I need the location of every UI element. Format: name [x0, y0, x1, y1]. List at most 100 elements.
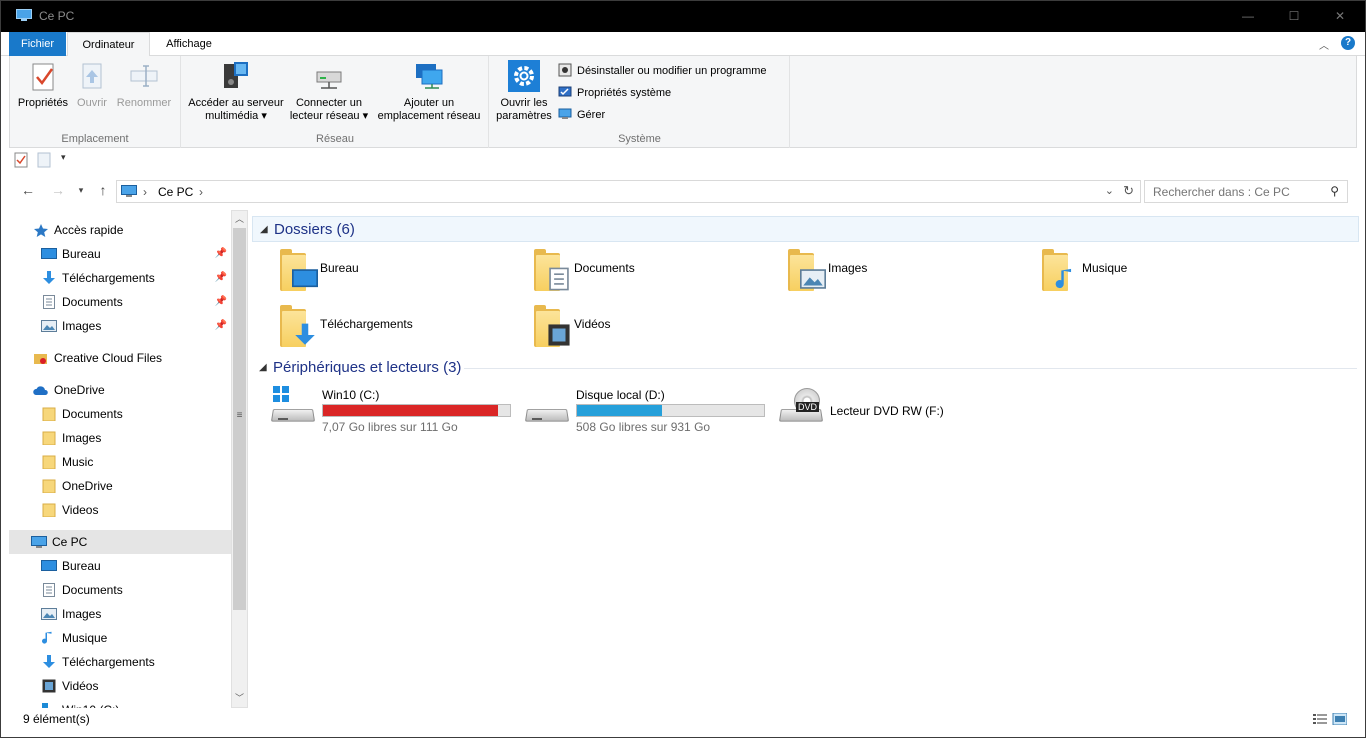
music-icon [42, 631, 52, 644]
manage-label: Gérer [577, 109, 606, 121]
breadcrumb-separator-icon[interactable]: › [143, 185, 147, 199]
collapse-chevron-icon[interactable]: ◢ [260, 224, 268, 235]
system-properties-button[interactable]: Propriétés système [558, 84, 671, 102]
drive-usage-bar [322, 404, 511, 417]
forward-arrow-icon[interactable]: → [49, 181, 67, 199]
breadcrumb-separator-icon-2[interactable]: › [199, 185, 203, 199]
uninstall-button[interactable]: Désinstaller ou modifier un programme [558, 62, 767, 80]
address-bar[interactable]: › Ce PC › ⌄ ↻ [116, 180, 1141, 203]
cloud-icon [33, 386, 48, 395]
uninstall-icon [558, 63, 572, 77]
recent-locations-chevron-icon[interactable]: ▾ [72, 181, 90, 199]
nav-onedrive-item[interactable]: Documents [9, 402, 231, 426]
back-arrow-icon[interactable]: ← [19, 181, 37, 199]
nav-onedrive[interactable]: OneDrive [9, 378, 231, 402]
nav-this-pc-drive[interactable]: Win10 (C:) [9, 698, 231, 708]
pc-icon [31, 536, 47, 548]
properties-button[interactable]: Propriétés [17, 60, 69, 110]
properties-small-icon[interactable] [14, 152, 28, 168]
nav-scrollbar[interactable]: ︿ ≡ ﹀ [231, 210, 248, 708]
tab-view[interactable]: Affichage [151, 32, 227, 56]
up-arrow-icon[interactable]: ↑ [94, 181, 112, 199]
group-reseau: Accéder au serveur multimédia ▾ Connecte… [182, 56, 489, 148]
section-devices-header[interactable]: ◢ Périphériques et lecteurs (3) [252, 355, 1359, 381]
nav-quick-access-item[interactable]: Images 📌 [9, 314, 231, 338]
scroll-thumb[interactable]: ≡ [233, 228, 246, 610]
group-systeme: Ouvrir les paramètres Désinstaller ou mo… [490, 56, 790, 148]
close-button[interactable]: ✕ [1317, 1, 1363, 32]
pin-icon[interactable]: 📌 [215, 242, 227, 266]
windows-drive-icon [270, 384, 316, 432]
media-server-button[interactable]: Accéder au serveur multimédia ▾ [186, 60, 286, 123]
maximize-button[interactable]: ☐ [1271, 1, 1317, 32]
scroll-up-icon[interactable]: ︿ [232, 211, 247, 228]
folder-icon [42, 479, 56, 493]
tab-computer[interactable]: Ordinateur [67, 32, 150, 57]
nav-onedrive-item[interactable]: Videos [9, 498, 231, 522]
breadcrumb-this-pc[interactable]: Ce PC [158, 185, 193, 199]
minimize-button[interactable]: — [1225, 1, 1271, 32]
nav-creative-cloud[interactable]: Creative Cloud Files [9, 346, 231, 370]
nav-item-label: Win10 (C:) [62, 698, 119, 708]
add-network-location-button[interactable]: Ajouter un emplacement réseau [373, 60, 485, 123]
customize-toolbar-icon[interactable]: ▾ [61, 152, 66, 163]
dvd-drive-tile[interactable]: DVD Lecteur DVD RW (F:) [778, 384, 1040, 444]
search-input[interactable] [1153, 185, 1318, 199]
nav-quick-access-item[interactable]: Téléchargements 📌 [9, 266, 231, 290]
nav-item-label: Images [62, 431, 102, 445]
drive-tile[interactable]: Disque local (D:) 508 Go libres sur 931 G… [524, 384, 786, 444]
manage-icon [558, 108, 572, 120]
folder-tile[interactable]: Images [782, 244, 1032, 296]
pin-icon[interactable]: 📌 [215, 314, 227, 338]
refresh-icon[interactable]: ↻ [1123, 183, 1134, 199]
pin-icon[interactable]: 📌 [215, 290, 227, 314]
tab-file[interactable]: Fichier [9, 32, 66, 56]
nav-this-pc-item[interactable]: Documents [9, 578, 231, 602]
uninstall-label: Désinstaller ou modifier un programme [577, 65, 767, 77]
details-view-icon[interactable] [1313, 714, 1327, 724]
folder-tile[interactable]: Téléchargements [274, 300, 524, 352]
open-settings-button[interactable]: Ouvrir les paramètres [494, 60, 554, 123]
drive-tile[interactable]: Win10 (C:) 7,07 Go libres sur 111 Go [270, 384, 532, 444]
content-area: ◢ Dossiers (6) Bureau Documents Images Musi… [252, 210, 1359, 708]
nav-this-pc-item[interactable]: Bureau [9, 554, 231, 578]
collapse-ribbon-icon[interactable]: ︿ [1319, 37, 1329, 52]
help-icon[interactable]: ? [1341, 36, 1355, 50]
settings-line2: paramètres [496, 110, 552, 122]
nav-onedrive-item[interactable]: Images [9, 426, 231, 450]
scroll-down-icon[interactable]: ﹀ [232, 690, 247, 707]
search-icon[interactable]: ⚲ [1330, 184, 1339, 198]
address-dropdown-icon[interactable]: ⌄ [1105, 184, 1114, 197]
nav-quick-access-item[interactable]: Bureau 📌 [9, 242, 231, 266]
nav-this-pc-item[interactable]: Téléchargements [9, 650, 231, 674]
nav-quick-access[interactable]: Accès rapide [9, 218, 231, 242]
nav-this-pc-item[interactable]: Vidéos [9, 674, 231, 698]
drive-usage-bar [576, 404, 765, 417]
nav-this-pc-item[interactable]: Musique [9, 626, 231, 650]
nav-this-pc[interactable]: Ce PC [9, 530, 231, 554]
pin-icon[interactable]: 📌 [215, 266, 227, 290]
nav-quick-access-item[interactable]: Documents 📌 [9, 290, 231, 314]
nav-onedrive-item[interactable]: Music [9, 450, 231, 474]
new-folder-small-icon[interactable] [37, 152, 51, 168]
search-box[interactable]: ⚲ [1144, 180, 1348, 203]
folder-name: Vidéos [574, 317, 611, 331]
nav-this-pc-item[interactable]: Images [9, 602, 231, 626]
folder-tile[interactable]: Vidéos [528, 300, 778, 352]
manage-button[interactable]: Gérer [558, 106, 605, 124]
folder-tile[interactable]: Musique [1036, 244, 1286, 296]
map-drive-line2: lecteur réseau ▾ [289, 110, 369, 122]
folder-icon [278, 247, 318, 291]
map-network-drive-button[interactable]: Connecter un lecteur réseau ▾ [288, 60, 370, 123]
section-folders-header[interactable]: ◢ Dossiers (6) [252, 216, 1359, 242]
collapse-chevron-icon-2[interactable]: ◢ [259, 362, 267, 373]
hard-drive-icon [524, 384, 570, 432]
large-icons-view-icon[interactable] [1332, 713, 1347, 725]
folder-tile[interactable]: Documents [528, 244, 778, 296]
nav-onedrive-item[interactable]: OneDrive [9, 474, 231, 498]
folder-icon [786, 247, 826, 291]
properties-icon [32, 63, 54, 91]
open-button[interactable]: Ouvrir [74, 60, 110, 110]
folder-tile[interactable]: Bureau [274, 244, 524, 296]
rename-button[interactable]: Renommer [114, 60, 174, 110]
